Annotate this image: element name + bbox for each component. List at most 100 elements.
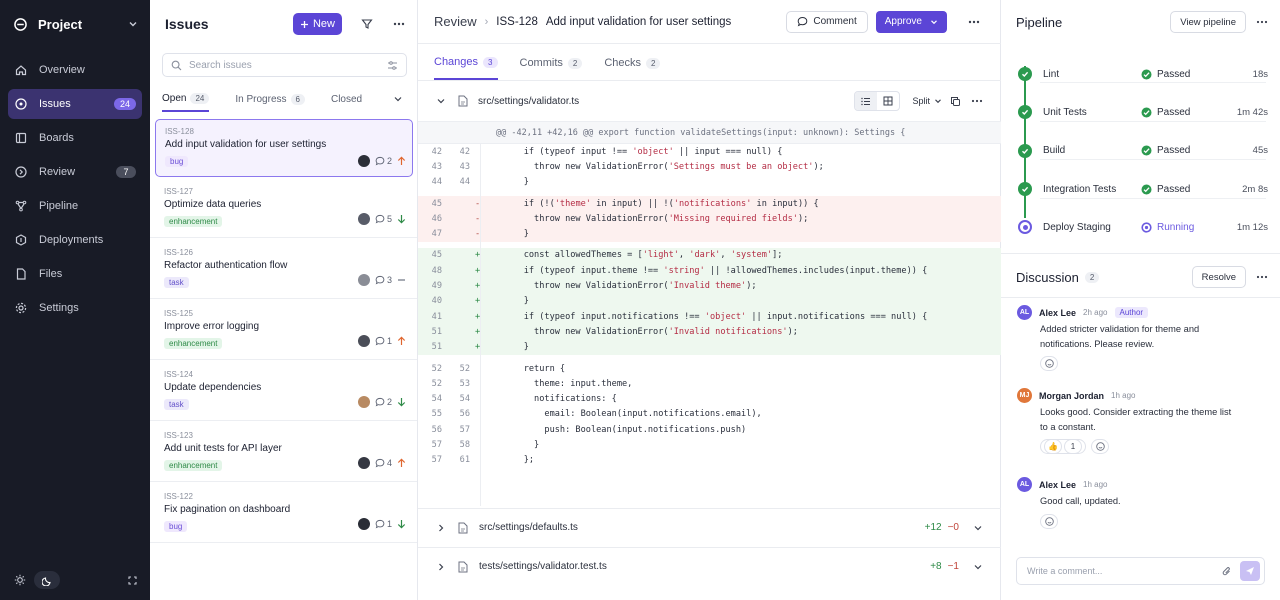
theme-toggle[interactable] xyxy=(34,571,60,589)
diff-line-context[interactable]: 43 43 throw new ValidationError('Settings… xyxy=(418,159,1001,174)
search-input[interactable]: Search issues xyxy=(162,53,407,77)
sidebar-item-overview[interactable]: Overview xyxy=(8,55,142,85)
new-line-number: 44 xyxy=(459,177,470,188)
add-reaction-button[interactable] xyxy=(1091,439,1109,454)
grid-view-icon[interactable] xyxy=(877,92,899,110)
pipeline-stage[interactable]: Lint Passed 18s xyxy=(1018,55,1268,93)
split-select[interactable]: Split xyxy=(912,96,942,106)
diff-line-removed[interactable]: 46 - throw new ValidationError('Missing r… xyxy=(418,211,1001,227)
issues-more-button[interactable] xyxy=(388,13,410,35)
issue-label-tag: task xyxy=(164,277,189,288)
diff-line-removed[interactable]: 47 - } xyxy=(418,226,1001,242)
list-item-issue[interactable]: ISS-122 Fix pagination on dashboard bug 1 xyxy=(150,482,417,543)
diff-view-toggle[interactable] xyxy=(854,91,901,111)
paperclip-icon[interactable] xyxy=(1222,566,1232,577)
list-item-issue[interactable]: ISS-127 Optimize data queries enhancement 5 xyxy=(150,177,417,238)
comment-count: 2 xyxy=(375,397,392,407)
issue-id: ISS-126 xyxy=(164,248,193,257)
list-item-issue[interactable]: ISS-126 Refactor authentication flow task 3 xyxy=(150,238,417,299)
filter-button[interactable] xyxy=(356,13,378,35)
tab-closed[interactable]: Closed xyxy=(331,94,393,111)
approve-button[interactable]: Approve xyxy=(875,10,947,33)
diff-line-context[interactable]: 52 53 theme: input.theme, xyxy=(418,376,1001,391)
diff-line-added[interactable]: 40 + } xyxy=(418,293,1001,309)
comment-icon xyxy=(375,519,385,529)
message-author[interactable]: Morgan Jordan xyxy=(1039,391,1104,401)
diff-line-context[interactable]: 52 52 return { xyxy=(418,361,1001,376)
diff-line-context[interactable]: 54 54 notifications: { xyxy=(418,391,1001,406)
more-horizontal-icon[interactable] xyxy=(971,99,983,103)
running-icon xyxy=(1018,220,1032,235)
view-pipeline-button[interactable]: View pipeline xyxy=(1170,11,1246,33)
tab-checks[interactable]: Checks 2 xyxy=(604,44,661,80)
tab-open[interactable]: Open 24 xyxy=(162,92,210,112)
diff-sign: - xyxy=(475,229,481,240)
add-reaction-button[interactable] xyxy=(1040,513,1058,529)
sidebar-item-label: Issues xyxy=(39,98,71,110)
chevron-down-icon[interactable] xyxy=(436,96,446,106)
sidebar-item-pipeline[interactable]: Pipeline xyxy=(8,191,142,221)
list-view-icon[interactable] xyxy=(855,92,878,110)
collapse-icon[interactable] xyxy=(127,575,138,586)
stage-status-text: Passed xyxy=(1157,145,1191,157)
tab-changes[interactable]: Changes 3 xyxy=(434,44,498,80)
diff-line-context[interactable]: 57 58 } xyxy=(418,437,1001,452)
diff-line-added[interactable]: 49 + throw new ValidationError('Invalid t… xyxy=(418,278,1001,294)
diff-line-context[interactable]: 57 61 }; xyxy=(418,453,1001,468)
diff-line-added[interactable]: 51 + } xyxy=(418,339,1001,355)
pipeline-stage[interactable]: Deploy Staging Running 1m 12s xyxy=(1018,208,1268,246)
breadcrumb-review[interactable]: Review xyxy=(434,14,477,29)
review-more-button[interactable] xyxy=(963,11,985,33)
thumbs-up-reaction[interactable]: 👍 1 xyxy=(1040,439,1086,454)
tab-label: Changes xyxy=(434,56,479,68)
diff-sign: - xyxy=(475,213,481,224)
diff-line-removed[interactable]: 45 - if (!('theme' in input) || !('notifi… xyxy=(418,195,1001,212)
sidebar-item-settings[interactable]: Settings xyxy=(8,293,142,323)
priority-none-icon xyxy=(397,275,406,285)
list-item-issue[interactable]: ISS-123 Add unit tests for API layer enhan… xyxy=(150,421,417,482)
sliders-icon[interactable] xyxy=(387,60,398,71)
more-horizontal-icon[interactable] xyxy=(1256,275,1268,279)
check-circle-icon xyxy=(1141,184,1152,195)
comment-composer[interactable]: Write a comment... xyxy=(1016,557,1265,585)
collapsed-file-row[interactable]: src/settings/defaults.ts +12 −0 xyxy=(418,508,1001,546)
sidebar-item-issues[interactable]: Issues 24 xyxy=(8,89,142,119)
pipeline-stage[interactable]: Integration Tests Passed 2m 8s xyxy=(1018,170,1268,208)
list-item-issue[interactable]: ISS-125 Improve error logging enhancement 1 xyxy=(150,299,417,360)
comment-input-placeholder: Write a comment... xyxy=(1027,566,1103,576)
sidebar-item-boards[interactable]: Boards xyxy=(8,123,142,153)
sidebar-item-files[interactable]: Files xyxy=(8,259,142,289)
more-horizontal-icon xyxy=(968,20,980,24)
pipeline-stage[interactable]: Unit Tests Passed 1m 42s xyxy=(1018,93,1268,131)
diff-line-context[interactable]: 44 44 } xyxy=(418,175,1001,190)
chevron-down-icon[interactable] xyxy=(393,94,403,104)
project-switcher[interactable]: Project xyxy=(14,14,138,34)
comment-button[interactable]: Comment xyxy=(786,10,868,33)
sidebar-item-deployments[interactable]: Deployments xyxy=(8,225,142,255)
list-item-issue[interactable]: ISS-124 Update dependencies task 2 xyxy=(150,360,417,421)
diff-line-added[interactable]: 45 + const allowedThemes = ['light', 'dar… xyxy=(418,247,1001,264)
send-button[interactable] xyxy=(1240,561,1260,581)
diff-line-added[interactable]: 48 + if (typeof input.theme !== 'string' … xyxy=(418,263,1001,279)
diff-line-added[interactable]: 51 + throw new ValidationError('Invalid n… xyxy=(418,324,1001,340)
issue-id: ISS-123 xyxy=(164,431,193,440)
sidebar-item-review[interactable]: Review 7 xyxy=(8,157,142,187)
diff-line-context[interactable]: 55 56 email: Boolean(input.notifications.… xyxy=(418,407,1001,422)
new-issue-button[interactable]: New xyxy=(293,13,342,35)
pipeline-stage[interactable]: Build Passed 45s xyxy=(1018,132,1268,170)
issue-meta: 2 xyxy=(357,396,406,408)
diff-line-added[interactable]: 41 + if (typeof input.notifications !== '… xyxy=(418,308,1001,325)
diff-line-context[interactable]: 42 42 if (typeof input !== 'object' || in… xyxy=(418,144,1001,159)
message-author[interactable]: Alex Lee xyxy=(1039,308,1076,318)
more-horizontal-icon[interactable] xyxy=(1256,20,1268,24)
collapsed-file-row[interactable]: tests/settings/validator.test.ts +8 −1 xyxy=(418,547,1001,585)
tab-in-progress[interactable]: In Progress 6 xyxy=(235,93,305,111)
diff-line-context[interactable]: 56 57 push: Boolean(input.notifications.p… xyxy=(418,422,1001,437)
resolve-button[interactable]: Resolve xyxy=(1191,266,1246,288)
tab-commits[interactable]: Commits 2 xyxy=(520,44,583,80)
list-item-issue[interactable]: ISS-128 Add input validation for user set… xyxy=(155,119,413,177)
message-author[interactable]: Alex Lee xyxy=(1039,480,1076,490)
sun-icon[interactable] xyxy=(14,574,26,586)
copy-icon[interactable] xyxy=(950,96,961,107)
add-reaction-button[interactable] xyxy=(1040,356,1058,371)
